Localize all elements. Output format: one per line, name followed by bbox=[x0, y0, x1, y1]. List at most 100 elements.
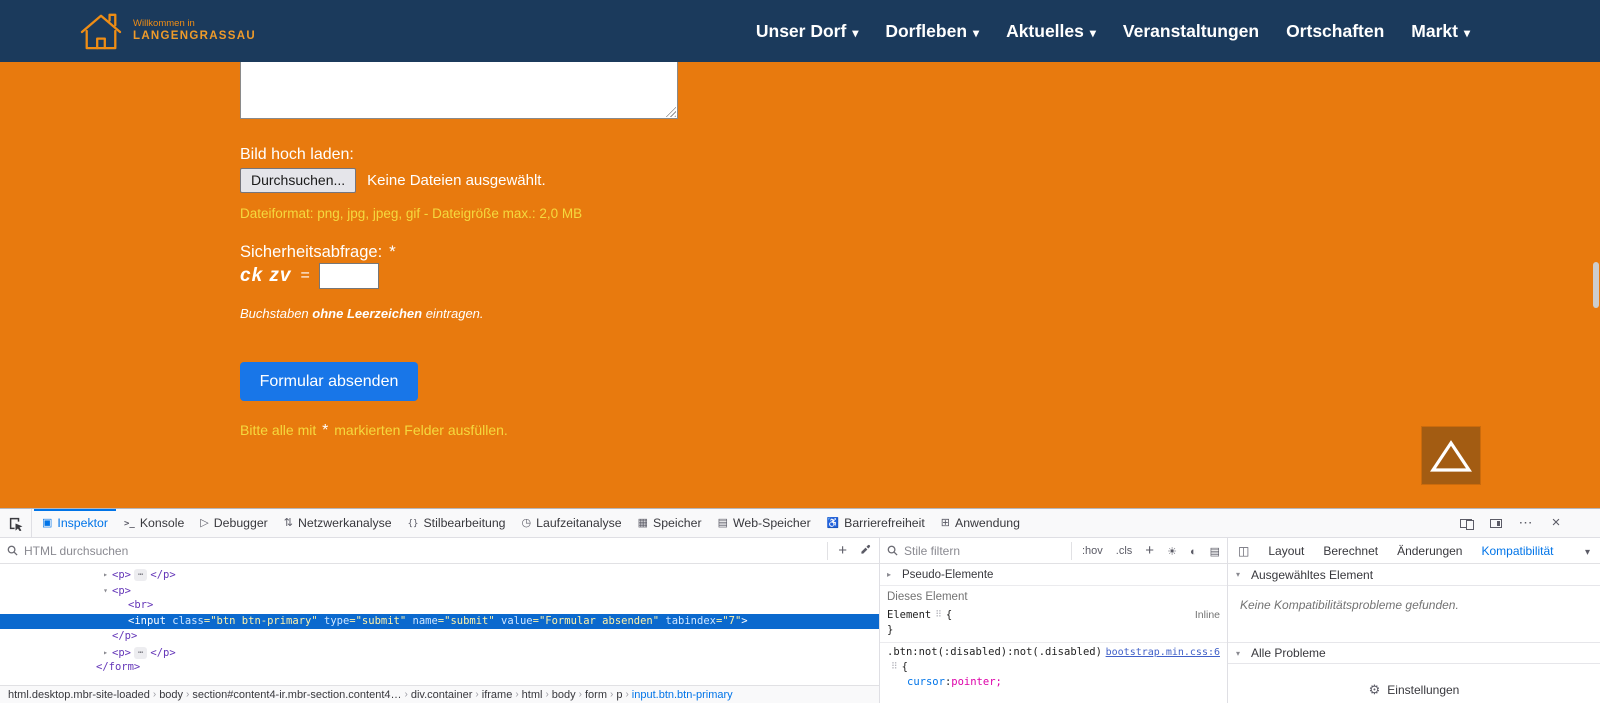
twisty-icon[interactable] bbox=[99, 567, 112, 583]
twisty-icon[interactable] bbox=[1236, 570, 1246, 579]
eyedropper-icon bbox=[860, 543, 872, 555]
css-declaration[interactable]: cursor: pointer; bbox=[880, 675, 1227, 690]
markup-row-br[interactable]: <br> bbox=[0, 598, 879, 614]
dock-side-button[interactable] bbox=[1484, 512, 1508, 534]
tab-barrierefreiheit[interactable]: Barrierefreiheit bbox=[819, 509, 933, 537]
tab-anwendung[interactable]: Anwendung bbox=[933, 509, 1028, 537]
tab-speicher[interactable]: Speicher bbox=[630, 509, 710, 537]
breadcrumb-item[interactable]: html bbox=[519, 689, 546, 701]
browse-button[interactable]: Durchsuchen... bbox=[240, 168, 356, 193]
breadcrumb-item-current[interactable]: input.btn.btn-primary bbox=[629, 689, 736, 701]
compat-settings-button[interactable]: Einstellungen bbox=[1228, 677, 1600, 703]
tab-laufzeitanalyse[interactable]: Laufzeitanalyse bbox=[514, 509, 630, 537]
breadcrumb-item[interactable]: iframe bbox=[479, 689, 516, 701]
tab-stilbearbeitung[interactable]: Stilbearbeitung bbox=[400, 509, 514, 537]
selector-highlighter-icon[interactable] bbox=[891, 660, 898, 675]
nav-item-markt[interactable]: Markt bbox=[1411, 21, 1470, 42]
add-node-button[interactable]: + bbox=[838, 543, 847, 558]
class-toggle[interactable]: .cls bbox=[1116, 545, 1133, 557]
breadcrumb-item[interactable]: body bbox=[156, 689, 186, 701]
btn-rule-open: { bbox=[880, 660, 1227, 675]
tab-aenderungen[interactable]: Änderungen bbox=[1397, 544, 1462, 558]
markup-row-p-collapsed-1[interactable]: <p>⋯</p> bbox=[0, 567, 879, 583]
file-status-text: Keine Dateien ausgewählt. bbox=[367, 172, 545, 189]
file-upload-field: Durchsuchen... Keine Dateien ausgewählt. bbox=[240, 168, 546, 193]
tab-kompatibilitaet[interactable]: Kompatibilität bbox=[1481, 544, 1553, 558]
selector-highlighter-icon[interactable] bbox=[935, 608, 942, 623]
light-scheme-icon[interactable] bbox=[1167, 542, 1177, 560]
main-nav: Unser Dorf Dorfleben Aktuelles Veranstal… bbox=[756, 21, 1470, 42]
markup-view: + <p>⋯</p> <p> <br> <input class="btn bt… bbox=[0, 538, 880, 703]
element-rule-close: } bbox=[880, 623, 1227, 638]
inline-ellipsis[interactable]: ⋯ bbox=[134, 569, 147, 581]
inspector-sidebar: Layout Berechnet Änderungen Kompatibilit… bbox=[1228, 538, 1600, 703]
tab-debugger[interactable]: Debugger bbox=[192, 509, 275, 537]
sidebar-tabbar: Layout Berechnet Änderungen Kompatibilit… bbox=[1228, 538, 1600, 564]
pick-element-button[interactable] bbox=[0, 509, 32, 537]
pseudo-elements-section[interactable]: Pseudo-Elemente bbox=[880, 564, 1227, 586]
breadcrumb-item[interactable]: html.desktop.mbr-site-loaded bbox=[5, 689, 153, 701]
scroll-to-top-button[interactable] bbox=[1422, 427, 1480, 484]
responsive-mode-icon bbox=[1460, 519, 1472, 528]
rules-panel: :hov .cls + Pseudo-Elemente Dieses Eleme… bbox=[880, 538, 1228, 703]
debugger-icon bbox=[200, 518, 208, 529]
all-issues-section[interactable]: Alle Probleme bbox=[1228, 642, 1600, 664]
breadcrumb-item[interactable]: body bbox=[549, 689, 579, 701]
captcha-input[interactable] bbox=[319, 263, 379, 289]
tab-konsole[interactable]: Konsole bbox=[116, 509, 192, 537]
markup-row-p-close[interactable]: </p> bbox=[0, 629, 879, 645]
nav-item-dorfleben[interactable]: Dorfleben bbox=[885, 21, 979, 42]
site-logo[interactable]: Willkommen in LANGENGRASSAU bbox=[78, 11, 256, 51]
site-header: Willkommen in LANGENGRASSAU Unser Dorf D… bbox=[0, 0, 1600, 62]
rules-toolbar: :hov .cls + bbox=[1071, 542, 1220, 560]
nav-item-ortschaften[interactable]: Ortschaften bbox=[1286, 21, 1384, 42]
html-search-input[interactable] bbox=[24, 544, 821, 558]
textarea-resize-grip[interactable] bbox=[663, 104, 676, 117]
devtools-menu-button[interactable] bbox=[1514, 512, 1538, 534]
equals-sign: = bbox=[300, 267, 309, 285]
more-tabs-button[interactable] bbox=[1585, 544, 1590, 558]
stylesheet-link[interactable]: bootstrap.min.css:6 bbox=[1106, 645, 1220, 660]
page-scrollbar-thumb[interactable] bbox=[1593, 262, 1599, 308]
style-filter-input[interactable] bbox=[904, 544, 1065, 558]
eyedropper-button[interactable] bbox=[860, 542, 872, 560]
breadcrumb-item[interactable]: section#content4-ir.mbr-section.content4… bbox=[189, 689, 404, 701]
submit-button[interactable]: Formular absenden bbox=[240, 362, 418, 401]
twisty-icon[interactable] bbox=[99, 583, 112, 599]
markup-row-input-selected[interactable]: <input class="btn btn-primary" type="sub… bbox=[0, 614, 879, 630]
pseudo-class-toggle[interactable]: :hov bbox=[1082, 545, 1103, 557]
print-media-icon[interactable] bbox=[1210, 542, 1220, 560]
memory-icon bbox=[638, 518, 648, 529]
close-devtools-button[interactable] bbox=[1544, 512, 1568, 534]
breadcrumb-item[interactable]: div.container bbox=[408, 689, 476, 701]
sidebar-toggle-button[interactable] bbox=[1238, 544, 1249, 558]
markup-row-p-open[interactable]: <p> bbox=[0, 583, 879, 599]
logo-tagline: Willkommen in bbox=[133, 18, 256, 29]
tab-layout[interactable]: Layout bbox=[1268, 544, 1304, 558]
twisty-icon[interactable] bbox=[887, 570, 897, 579]
selected-element-section[interactable]: Ausgewähltes Element bbox=[1228, 564, 1600, 586]
dock-side-icon bbox=[1490, 519, 1502, 528]
element-rule-selector[interactable]: Element bbox=[887, 608, 931, 623]
add-rule-button[interactable]: + bbox=[1145, 543, 1154, 558]
settings-gear-icon bbox=[1369, 682, 1381, 698]
nav-item-veranstaltungen[interactable]: Veranstaltungen bbox=[1123, 21, 1259, 42]
breadcrumb-item[interactable]: p bbox=[613, 689, 625, 701]
tab-berechnet[interactable]: Berechnet bbox=[1323, 544, 1378, 558]
markup-row-form-close[interactable]: </form> bbox=[0, 660, 879, 676]
twisty-icon[interactable] bbox=[99, 645, 112, 661]
dark-scheme-icon[interactable] bbox=[1190, 542, 1197, 560]
markup-row-p-collapsed-2[interactable]: <p>⋯</p> bbox=[0, 645, 879, 661]
message-textarea[interactable] bbox=[240, 62, 678, 119]
nav-item-aktuelles[interactable]: Aktuelles bbox=[1006, 21, 1096, 42]
nav-item-unser-dorf[interactable]: Unser Dorf bbox=[756, 21, 858, 42]
twisty-icon[interactable] bbox=[1236, 649, 1246, 658]
tab-netzwerkanalyse[interactable]: Netzwerkanalyse bbox=[276, 509, 400, 537]
btn-rule-selector[interactable]: .btn:not(:disabled):not(.disabled) bbox=[887, 645, 1102, 660]
application-icon bbox=[941, 518, 950, 529]
breadcrumb-item[interactable]: form bbox=[582, 689, 610, 701]
tab-web-speicher[interactable]: Web-Speicher bbox=[710, 509, 819, 537]
responsive-mode-button[interactable] bbox=[1454, 512, 1478, 534]
inline-ellipsis[interactable]: ⋯ bbox=[134, 647, 147, 659]
tab-inspektor[interactable]: Inspektor bbox=[34, 509, 116, 537]
